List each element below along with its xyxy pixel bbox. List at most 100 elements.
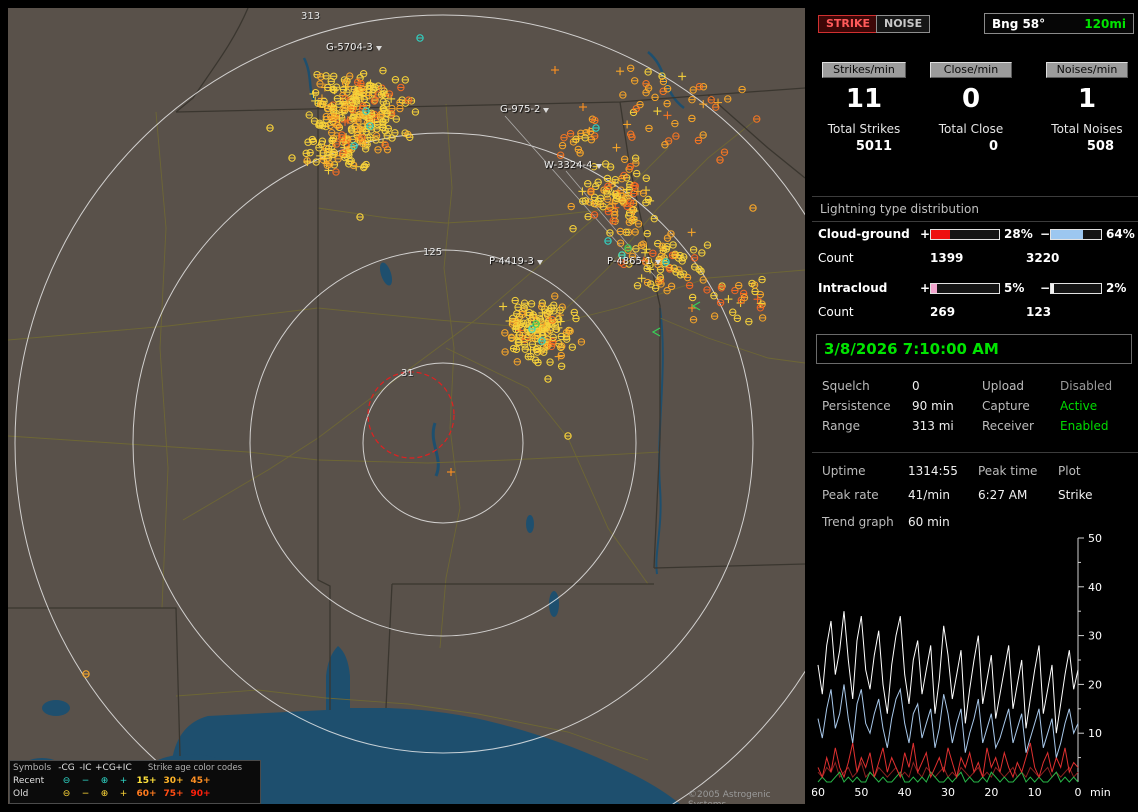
- storm-cell-label[interactable]: P-4419-3: [489, 256, 543, 267]
- svg-text:min: min: [1090, 786, 1111, 799]
- legend-symbol-icon: ⊕: [95, 775, 114, 788]
- total-label: Total Noises: [1046, 122, 1128, 136]
- rate-column: Noises/min1Total Noises508: [1046, 62, 1128, 154]
- count-label: Count: [818, 251, 854, 265]
- legend-row: Old⊖−⊕+60+75+90+: [13, 788, 257, 801]
- lightning-map[interactable]: Symbols-CG-IC+CG+ICStrike age color code…: [8, 8, 805, 804]
- storm-cell-name: G-5704-3: [326, 42, 373, 53]
- stats-cell: Plot: [1058, 461, 1081, 481]
- storm-cell-label[interactable]: P-4865-1: [607, 256, 661, 267]
- legend-age-code: 45+: [187, 775, 214, 788]
- distribution-type-label: Cloud-ground: [818, 227, 910, 241]
- status-row: Persistence90 minCaptureActive: [812, 396, 1138, 416]
- storm-cell-label[interactable]: W-3324-4: [544, 160, 602, 171]
- datetime-display: 3/8/2026 7:10:00 AM: [816, 334, 1132, 364]
- status-cell: 0: [912, 376, 920, 396]
- status-cell: Persistence: [822, 396, 891, 416]
- legend-age-code: 75+: [160, 788, 187, 801]
- total-value: 508: [1046, 139, 1128, 154]
- rate-label-button[interactable]: Close/min: [930, 62, 1012, 78]
- strike-button[interactable]: STRIKE: [818, 15, 878, 33]
- distribution-count-row: Count13993220: [812, 251, 1138, 267]
- status-cell: Upload: [982, 376, 1024, 396]
- stats-cell: Strike: [1058, 485, 1093, 505]
- legend-age-code: 90+: [187, 788, 214, 801]
- negative-count: 3220: [1026, 251, 1059, 265]
- legend-column-header: -IC: [76, 762, 95, 775]
- count-label: Count: [818, 305, 854, 319]
- plus-sign: +: [920, 227, 930, 241]
- ring-distance-label: 125: [423, 247, 442, 258]
- storm-cell-name: W-3324-4: [544, 160, 593, 171]
- distribution-row: Cloud-ground +28%− 64%: [812, 227, 1138, 243]
- legend-row: Recent⊖−⊕+15+30+45+: [13, 775, 257, 788]
- storm-cell-label[interactable]: G-5704-3: [326, 42, 382, 53]
- noise-button[interactable]: NOISE: [876, 15, 930, 33]
- stats-row: Peak rate41/min6:27 AMStrike: [812, 485, 1138, 505]
- plus-sign: +: [920, 281, 930, 295]
- positive-bar: [930, 229, 1000, 240]
- total-label: Total Strikes: [822, 122, 906, 136]
- legend-symbol-icon: +: [114, 788, 133, 801]
- legend-column-header: -CG: [57, 762, 76, 775]
- ring-distance-label: 31: [401, 368, 414, 379]
- stats-section: Uptime1314:55Peak timePlotPeak rate41/mi…: [812, 452, 1138, 511]
- total-value: 0: [930, 139, 1012, 154]
- legend-column-header: +CG: [95, 762, 114, 775]
- cell-pointer-icon: [376, 46, 382, 51]
- legend-symbols-title: Symbols: [13, 762, 57, 775]
- positive-percent: 28%: [1004, 227, 1033, 241]
- rate-value: 0: [930, 84, 1012, 116]
- bearing-range-display: Bng 58° 120mi: [984, 13, 1134, 34]
- status-cell: Receiver: [982, 416, 1034, 436]
- svg-text:20: 20: [984, 786, 998, 799]
- rate-label-button[interactable]: Strikes/min: [822, 62, 906, 78]
- storm-cell-name: P-4419-3: [489, 256, 534, 267]
- svg-text:30: 30: [1088, 630, 1102, 643]
- status-cell: Enabled: [1060, 416, 1109, 436]
- range-value: 120mi: [1084, 17, 1126, 31]
- copyright-text: ©2005 Astrogenic Systems: [688, 790, 805, 804]
- legend-symbol-icon: ⊖: [57, 788, 76, 801]
- trend-graph: 50403020106050403020100min: [812, 532, 1138, 804]
- minus-sign: −: [1040, 281, 1050, 295]
- trend-graph-duration: 60 min: [908, 512, 950, 532]
- svg-text:20: 20: [1088, 678, 1102, 691]
- negative-percent: 2%: [1106, 281, 1126, 295]
- legend-age-code: 30+: [160, 775, 187, 788]
- status-cell: Capture: [982, 396, 1030, 416]
- status-cell: Disabled: [1060, 376, 1112, 396]
- stats-cell: 6:27 AM: [978, 485, 1027, 505]
- positive-bar: [930, 283, 1000, 294]
- rate-column: Close/min0Total Close0: [930, 62, 1012, 154]
- minus-sign: −: [1040, 227, 1050, 241]
- svg-text:30: 30: [941, 786, 955, 799]
- nexstorm-app: Symbols-CG-IC+CG+ICStrike age color code…: [0, 0, 1138, 812]
- rate-label-button[interactable]: Noises/min: [1046, 62, 1128, 78]
- legend-column-header: +IC: [114, 762, 133, 775]
- negative-count: 123: [1026, 305, 1051, 319]
- distribution-section: Lightning type distribution Cloud-ground…: [812, 196, 1138, 333]
- cell-pointer-icon: [655, 260, 661, 265]
- legend-row-label: Recent: [13, 775, 57, 788]
- legend-age-code: 60+: [133, 788, 160, 801]
- stats-cell: Peak rate: [822, 485, 879, 505]
- storm-cell-name: G-975-2: [500, 104, 540, 115]
- rate-column: Strikes/min11Total Strikes5011: [822, 62, 906, 154]
- trend-series-noise: [818, 743, 1078, 777]
- legend-header: Symbols-CG-IC+CG+ICStrike age color code…: [13, 762, 257, 775]
- trend-series-cg_neg: [818, 684, 1078, 757]
- svg-text:60: 60: [812, 786, 825, 799]
- storm-cell-label[interactable]: G-975-2: [500, 104, 549, 115]
- legend-symbol-icon: −: [76, 788, 95, 801]
- negative-percent: 64%: [1106, 227, 1135, 241]
- svg-text:40: 40: [898, 786, 912, 799]
- legend-symbol-icon: +: [114, 775, 133, 788]
- control-panel: STRIKE NOISE Bng 58° 120mi Strikes/min11…: [812, 0, 1138, 812]
- negative-bar: [1050, 229, 1102, 240]
- status-cell: 313 mi: [912, 416, 954, 436]
- svg-text:10: 10: [1028, 786, 1042, 799]
- status-row: Range 313 mi Receiver Enabled: [812, 416, 1138, 436]
- status-cell: Range: [822, 416, 860, 436]
- distribution-row: Intracloud+5%−2%: [812, 281, 1138, 297]
